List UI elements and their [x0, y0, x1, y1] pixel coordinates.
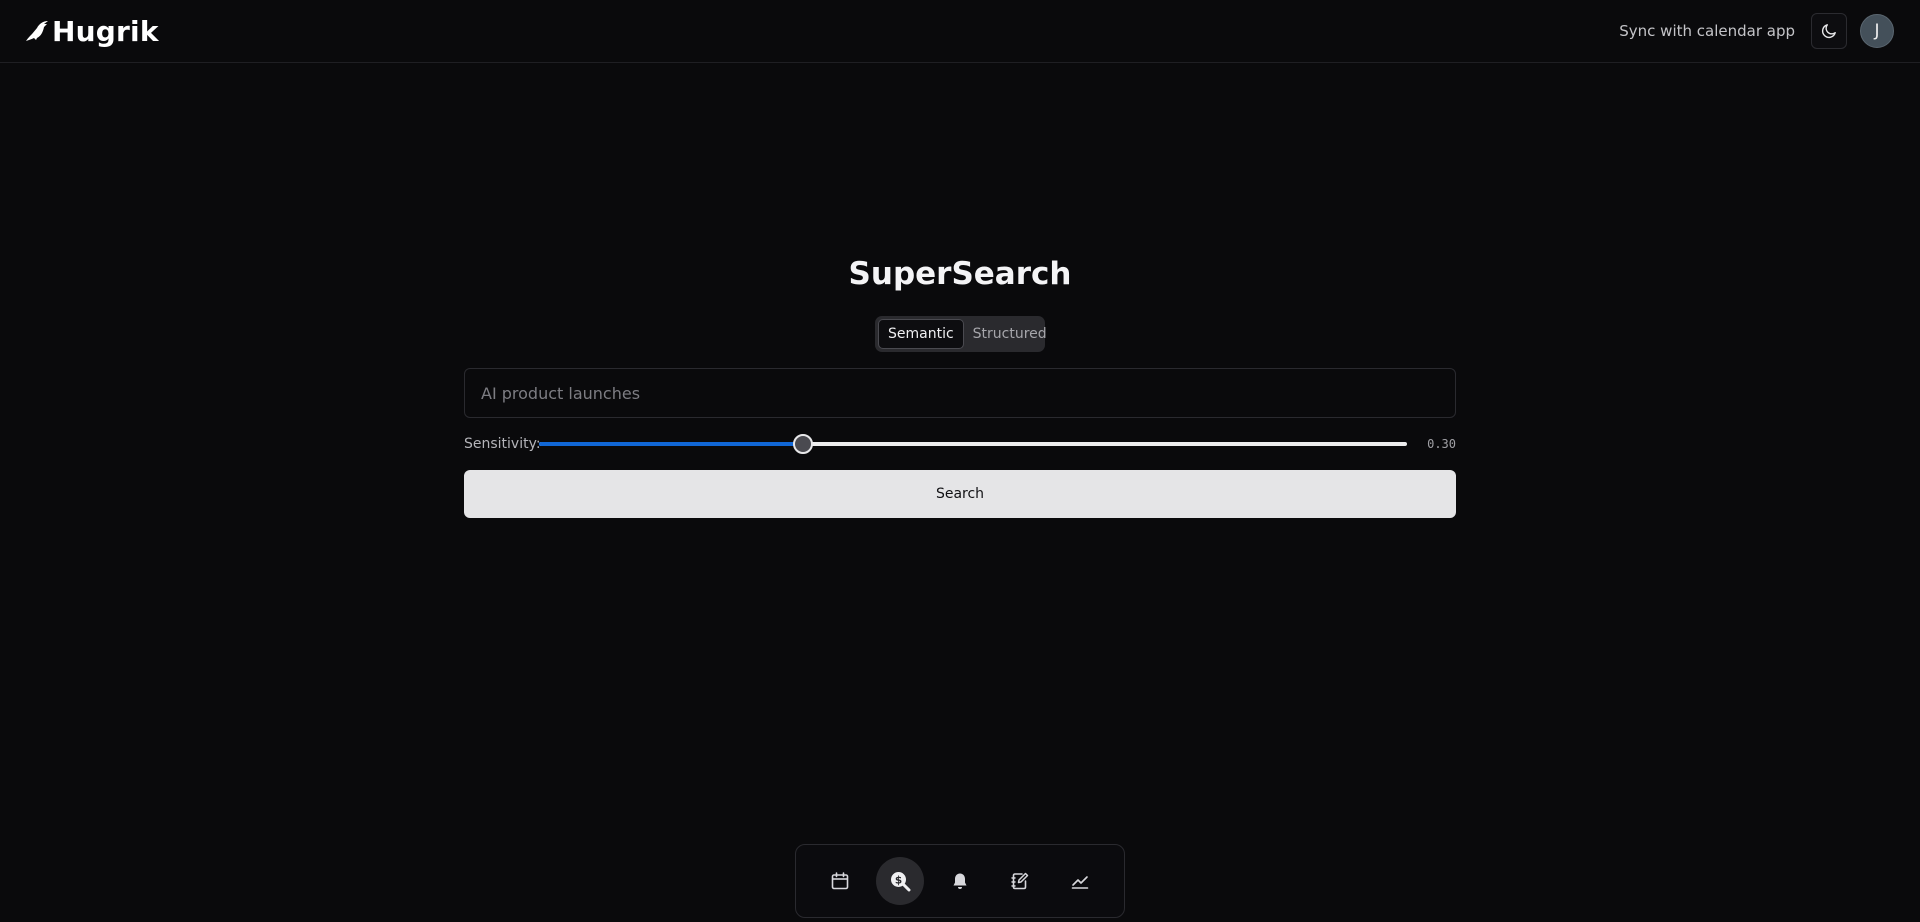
- sensitivity-slider[interactable]: [539, 432, 1407, 456]
- trend-chart-icon: [1071, 876, 1089, 889]
- tab-structured[interactable]: Structured: [964, 319, 1056, 349]
- search-button[interactable]: Search: [464, 470, 1456, 518]
- svg-text:$: $: [895, 874, 902, 886]
- bell-icon: [953, 873, 967, 889]
- dock-calendar-button[interactable]: [816, 857, 864, 905]
- sensitivity-label: Sensitivity:: [464, 436, 541, 452]
- top-bar: Hugrik Sync with calendar app J: [0, 0, 1920, 63]
- slider-thumb[interactable]: [793, 434, 814, 454]
- sync-calendar-link[interactable]: Sync with calendar app: [1619, 22, 1795, 40]
- search-input[interactable]: [464, 368, 1456, 418]
- search-mode-switch: Semantic Structured: [875, 316, 1047, 352]
- calendar-icon: [831, 872, 849, 890]
- dock-notifications-button[interactable]: [936, 857, 984, 905]
- bottom-dock: $: [795, 844, 1125, 918]
- dock-analytics-button[interactable]: [1056, 857, 1104, 905]
- page-title: SuperSearch: [848, 256, 1072, 292]
- search-dollar-icon: $: [891, 872, 911, 892]
- notebook-edit-icon: [1011, 872, 1029, 890]
- theme-toggle-button[interactable]: [1811, 13, 1847, 49]
- brand-name: Hugrik: [52, 14, 159, 48]
- brand[interactable]: Hugrik: [24, 15, 159, 48]
- avatar[interactable]: J: [1860, 14, 1894, 48]
- slider-fill: [539, 442, 804, 446]
- dock-search-button[interactable]: $: [876, 857, 924, 905]
- sensitivity-row: Sensitivity: 0.30: [464, 432, 1456, 456]
- moon-icon: [1821, 24, 1836, 39]
- header-actions: Sync with calendar app J: [1619, 13, 1894, 49]
- tab-semantic[interactable]: Semantic: [878, 319, 964, 349]
- dock-notes-button[interactable]: [996, 857, 1044, 905]
- bird-logo-icon: [26, 21, 48, 41]
- sensitivity-value: 0.30: [1427, 437, 1456, 451]
